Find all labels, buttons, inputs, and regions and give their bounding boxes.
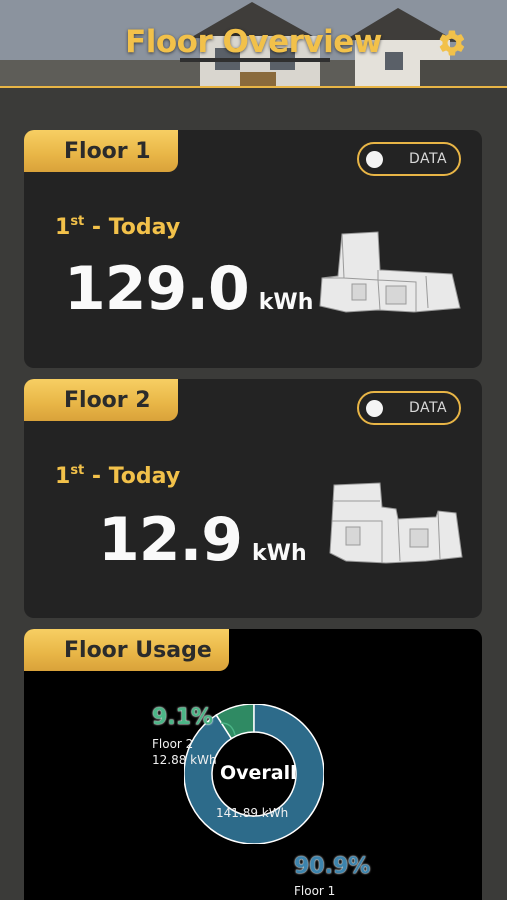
floor-1-day-label: 1st - Today [55, 214, 180, 240]
toggle-knob [366, 151, 383, 168]
floor-2-value: 12.9 [98, 505, 243, 575]
floor-2-plan-image [329, 482, 463, 564]
floor-2-percent: 9.1% [152, 705, 214, 730]
floor-1-title: Floor 1 [64, 139, 151, 164]
toggle-label: DATA [409, 400, 448, 416]
floor-2-reading: 12.9 kWh [98, 505, 307, 575]
toggle-knob [366, 400, 383, 417]
donut-center-total: 141.89 kWh [216, 806, 289, 820]
gear-icon[interactable] [437, 28, 467, 58]
floor-1-tab: Floor 1 [24, 130, 178, 172]
day-suffix: st [70, 463, 85, 478]
day-text: - Today [84, 215, 181, 240]
day-ordinal: 1 [55, 215, 71, 240]
day-text: - Today [84, 464, 181, 489]
floor-1-reading: 129.0 kWh [64, 254, 313, 324]
floor-2-label: Floor 2 [152, 737, 194, 751]
floor-usage-title: Floor Usage [64, 638, 212, 663]
floor-1-plan-image [319, 231, 461, 313]
floor-2-tab: Floor 2 [24, 379, 178, 421]
day-suffix: st [70, 214, 85, 229]
app-screen: Floor Overview Floor 1 DATA 1st - Today … [0, 0, 507, 900]
floor-usage-card: Floor Usage 9.1% Floor 2 12.88 kWh Overa… [24, 629, 482, 900]
floor-1-card: Floor 1 DATA 1st - Today 129.0 kWh [24, 130, 482, 368]
floor-1-value: 129.0 [64, 254, 250, 324]
floor-1-label: Floor 1 [294, 884, 336, 898]
donut-center-label: Overall [220, 762, 297, 784]
floor-2-day-label: 1st - Today [55, 463, 180, 489]
header-divider [0, 86, 507, 88]
floor-1-unit: kWh [258, 290, 314, 315]
header: Floor Overview [0, 0, 507, 88]
floor-1-percent: 90.9% [294, 854, 371, 879]
day-ordinal: 1 [55, 464, 71, 489]
page-title: Floor Overview [125, 24, 382, 60]
floor-2-kwh: 12.88 kWh [152, 753, 217, 767]
floor-2-data-toggle[interactable]: DATA [357, 391, 461, 425]
floor-2-leader-line [220, 722, 236, 736]
floor-2-card: Floor 2 DATA 1st - Today 12.9 kWh [24, 379, 482, 618]
floor-2-unit: kWh [252, 541, 307, 566]
floor-usage-tab: Floor Usage [24, 629, 229, 671]
toggle-label: DATA [409, 151, 448, 167]
floor-1-data-toggle[interactable]: DATA [357, 142, 461, 176]
floor-2-title: Floor 2 [64, 388, 151, 413]
